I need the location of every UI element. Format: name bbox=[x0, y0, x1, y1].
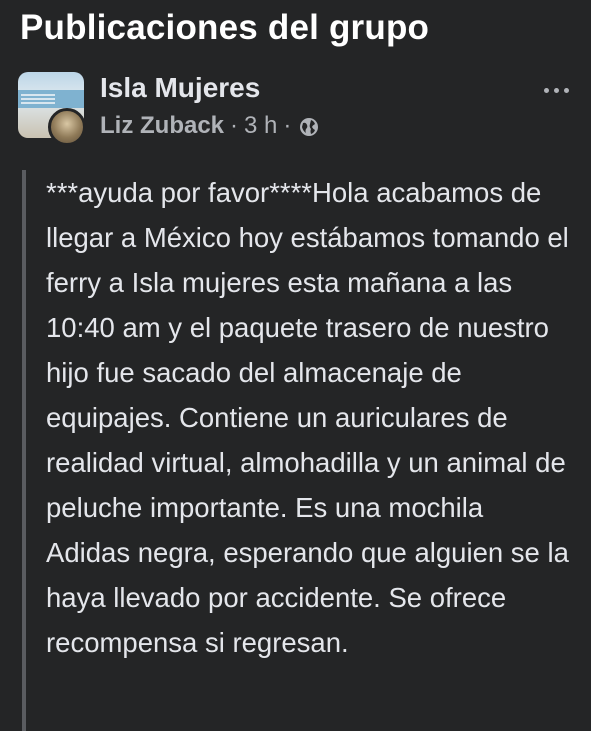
meta-separator: · bbox=[283, 112, 292, 139]
post-text: ***ayuda por favor****Hola acabamos de l… bbox=[46, 177, 569, 658]
post-body: ***ayuda por favor****Hola acabamos de l… bbox=[22, 170, 570, 731]
post-header: Isla Mujeres Liz Zuback · 3 h · bbox=[18, 72, 578, 152]
more-options-icon-dot bbox=[563, 87, 569, 93]
group-name[interactable]: Isla Mujeres bbox=[100, 72, 260, 104]
post-meta: Liz Zuback · 3 h · bbox=[100, 112, 319, 140]
more-options-icon-dot bbox=[553, 87, 559, 93]
author-avatar[interactable] bbox=[48, 108, 86, 146]
author-name[interactable]: Liz Zuback bbox=[100, 112, 224, 140]
more-options-icon bbox=[543, 87, 549, 93]
thumbnail-text-lines bbox=[21, 94, 55, 106]
section-title: Publicaciones del grupo bbox=[20, 8, 430, 47]
meta-separator: · bbox=[230, 112, 239, 139]
more-options-button[interactable] bbox=[534, 76, 578, 104]
post-time[interactable]: 3 h bbox=[244, 112, 277, 140]
globe-icon bbox=[299, 116, 319, 136]
